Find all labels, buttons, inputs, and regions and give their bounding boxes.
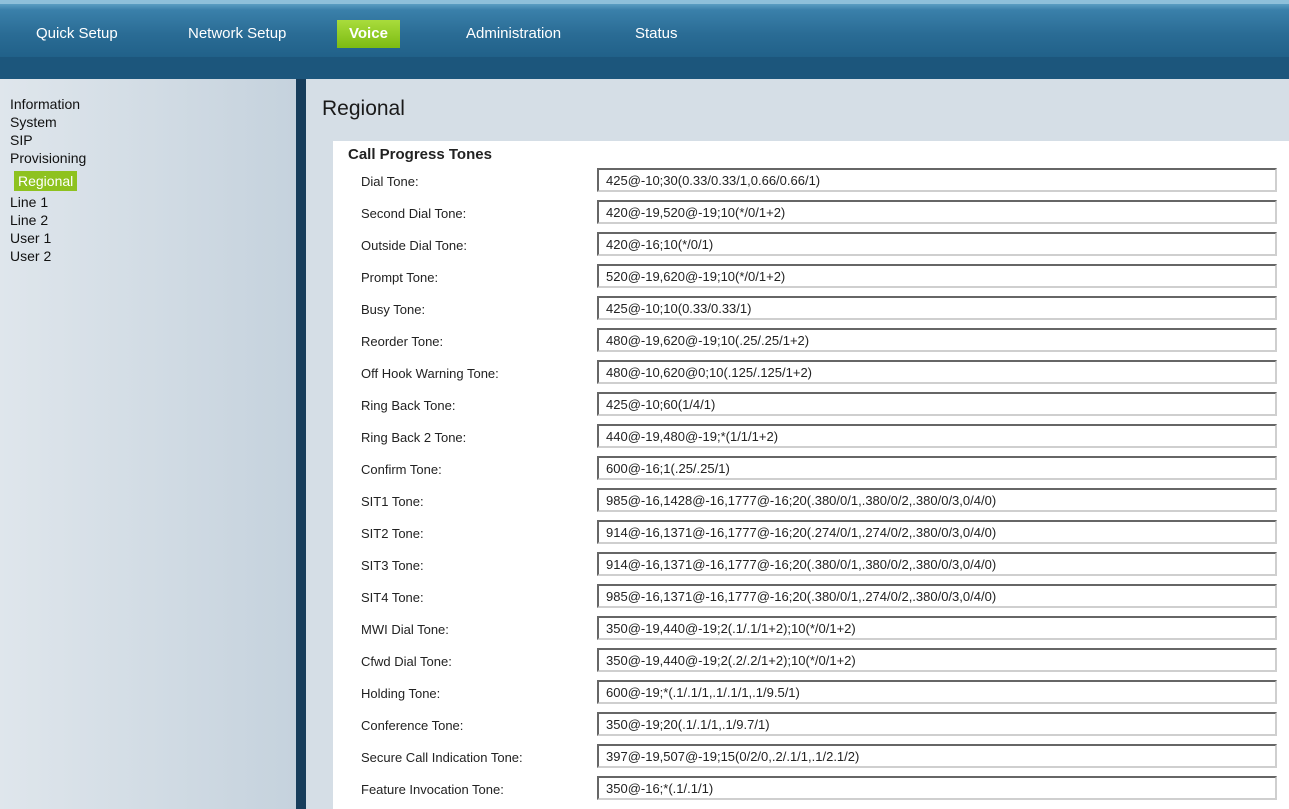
tone-label: Prompt Tone: [361,270,439,285]
tone-row-ring-back-2: Ring Back 2 Tone: [333,423,1289,453]
sit1-tone-input[interactable] [597,488,1277,512]
tone-row-cfwd-dial: Cfwd Dial Tone: [333,647,1289,677]
sidebar-item-regional[interactable]: Regional [14,171,78,191]
tone-row-secure-call-indication: Secure Call Indication Tone: [333,743,1289,773]
sidebar-item-sip[interactable]: SIP [10,132,33,148]
tone-label: Busy Tone: [361,302,426,317]
sit4-tone-input[interactable] [597,584,1277,608]
tone-label: Ring Back Tone: [361,398,456,413]
mwi-dial-tone-input[interactable] [597,616,1277,640]
sidebar-divider [296,79,306,809]
tone-row-feature-invocation: Feature Invocation Tone: [333,775,1289,805]
tone-row-sit1: SIT1 Tone: [333,487,1289,517]
tab-administration[interactable]: Administration [456,20,571,48]
main-content: Call Progress Tones Dial Tone: Second Di… [306,141,1289,809]
tone-label: SIT4 Tone: [361,590,424,605]
tone-row-prompt: Prompt Tone: [333,263,1289,293]
sidebar-item-system[interactable]: System [10,114,57,130]
sidebar-item-user-1[interactable]: User 1 [10,230,51,246]
tone-row-busy: Busy Tone: [333,295,1289,325]
sidebar-item-provisioning[interactable]: Provisioning [10,150,86,166]
tone-row-ring-back: Ring Back Tone: [333,391,1289,421]
settings-panel: Call Progress Tones Dial Tone: Second Di… [333,141,1289,809]
sidebar-menu: Information System SIP Provisioning Regi… [10,96,86,266]
tone-row-holding: Holding Tone: [333,679,1289,709]
tab-voice[interactable]: Voice [337,20,400,48]
ring-back-2-tone-input[interactable] [597,424,1277,448]
tone-label: Holding Tone: [361,686,441,701]
tone-label: Reorder Tone: [361,334,444,349]
tone-label: SIT3 Tone: [361,558,424,573]
tone-row-second-dial: Second Dial Tone: [333,199,1289,229]
tab-status[interactable]: Status [625,20,688,48]
tone-label: Off Hook Warning Tone: [361,366,499,381]
tone-row-off-hook-warning: Off Hook Warning Tone: [333,359,1289,389]
sub-navigation-bar [0,57,1289,79]
holding-tone-input[interactable] [597,680,1277,704]
tone-label: Second Dial Tone: [361,206,467,221]
tone-label: Dial Tone: [361,174,419,189]
main-header: Regional [306,79,1289,141]
tone-label: SIT1 Tone: [361,494,424,509]
tone-row-sit3: SIT3 Tone: [333,551,1289,581]
tone-label: MWI Dial Tone: [361,622,449,637]
off-hook-warning-tone-input[interactable] [597,360,1277,384]
sidebar-item-line-1[interactable]: Line 1 [10,194,48,210]
secure-call-indication-tone-input[interactable] [597,744,1277,768]
page-title: Regional [322,97,405,120]
section-title: Call Progress Tones [348,146,492,163]
tab-quick-setup[interactable]: Quick Setup [26,20,128,48]
tone-row-reorder: Reorder Tone: [333,327,1289,357]
tone-row-mwi-dial: MWI Dial Tone: [333,615,1289,645]
top-navigation-bar: Quick Setup Network Setup Voice Administ… [0,0,1289,57]
tone-row-sit2: SIT2 Tone: [333,519,1289,549]
sit3-tone-input[interactable] [597,552,1277,576]
tone-label: Secure Call Indication Tone: [361,750,523,765]
tone-row-outside-dial: Outside Dial Tone: [333,231,1289,261]
sit2-tone-input[interactable] [597,520,1277,544]
confirm-tone-input[interactable] [597,456,1277,480]
tone-label: Feature Invocation Tone: [361,782,504,797]
tone-row-confirm: Confirm Tone: [333,455,1289,485]
ring-back-tone-input[interactable] [597,392,1277,416]
feature-invocation-tone-input[interactable] [597,776,1277,800]
tone-label: Outside Dial Tone: [361,238,467,253]
tone-label: Confirm Tone: [361,462,442,477]
reorder-tone-input[interactable] [597,328,1277,352]
tone-label: Ring Back 2 Tone: [361,430,467,445]
second-dial-tone-input[interactable] [597,200,1277,224]
tone-row-sit4: SIT4 Tone: [333,583,1289,613]
busy-tone-input[interactable] [597,296,1277,320]
outside-dial-tone-input[interactable] [597,232,1277,256]
prompt-tone-input[interactable] [597,264,1277,288]
tone-row-dial: Dial Tone: [333,167,1289,197]
sidebar-item-information[interactable]: Information [10,96,80,112]
tone-row-conference: Conference Tone: [333,711,1289,741]
dial-tone-input[interactable] [597,168,1277,192]
tone-label: Cfwd Dial Tone: [361,654,452,669]
cfwd-dial-tone-input[interactable] [597,648,1277,672]
tone-label: SIT2 Tone: [361,526,424,541]
sidebar-item-user-2[interactable]: User 2 [10,248,51,264]
tab-network-setup[interactable]: Network Setup [178,20,296,48]
conference-tone-input[interactable] [597,712,1277,736]
tone-label: Conference Tone: [361,718,464,733]
sidebar-item-line-2[interactable]: Line 2 [10,212,48,228]
